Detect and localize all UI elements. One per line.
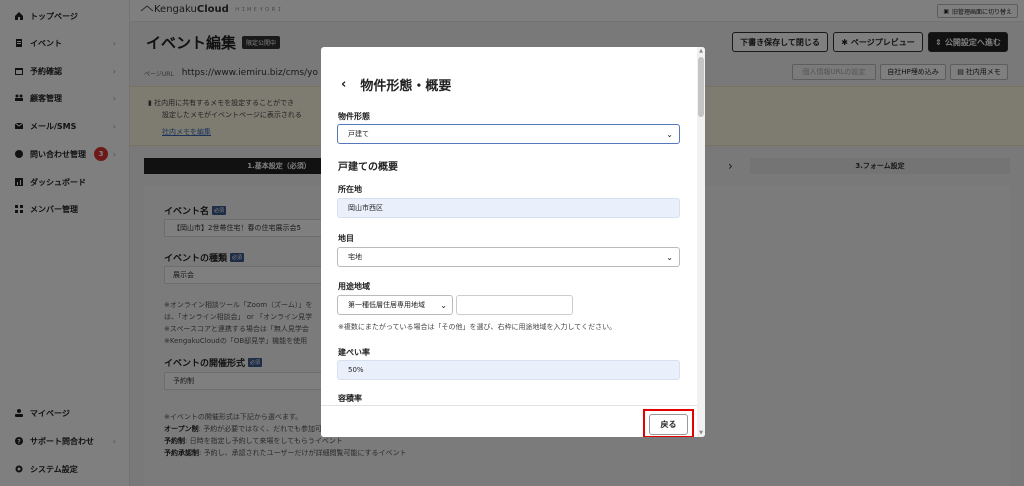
modal-footer: 戻る (321, 405, 697, 437)
property-type-select[interactable]: 戸建て ⌄ (337, 124, 680, 144)
chevron-down-icon: ⌄ (666, 130, 673, 139)
location-input[interactable]: 岡山市西区 (337, 198, 680, 218)
zoning-other-input[interactable] (456, 295, 573, 315)
zoning-help: ※複数にまたがっている場合は「その他」を選び、右枠に用途地域を入力してください。 (338, 323, 617, 331)
highlight-box (643, 409, 694, 437)
land-category-label: 地目 (338, 234, 354, 243)
chevron-down-icon: ⌄ (440, 301, 447, 310)
coverage-label: 建ぺい率 (338, 348, 370, 357)
scroll-down-icon[interactable]: ▼ (698, 430, 704, 436)
zoning-label: 用途地域 (338, 282, 370, 291)
scroll-thumb[interactable] (698, 57, 704, 117)
modal-title: ‹ 物件形態・概要 (341, 75, 451, 94)
far-label: 容積率 (338, 394, 362, 403)
modal-body: ‹ 物件形態・概要 物件形態 戸建て ⌄ 戸建ての概要 所在地 岡山市西区 地目… (321, 47, 697, 405)
zoning-value: 第一種低層住居専用地域 (348, 301, 425, 309)
back-arrow-icon[interactable]: ‹ (341, 77, 346, 92)
scroll-up-icon[interactable]: ▲ (698, 48, 704, 54)
zoning-select[interactable]: 第一種低層住居専用地域 ⌄ (337, 295, 453, 315)
property-modal: ‹ 物件形態・概要 物件形態 戸建て ⌄ 戸建ての概要 所在地 岡山市西区 地目… (321, 47, 705, 437)
coverage-input[interactable]: 50% (337, 360, 680, 380)
location-label: 所在地 (338, 185, 362, 194)
land-category-value: 宅地 (348, 253, 362, 261)
section-title: 戸建ての概要 (338, 162, 398, 173)
property-type-label: 物件形態 (338, 112, 370, 121)
chevron-down-icon: ⌄ (666, 253, 673, 262)
modal-title-text: 物件形態・概要 (360, 79, 452, 94)
modal-scrollbar[interactable]: ▲ ▼ (697, 47, 705, 437)
land-category-select[interactable]: 宅地 ⌄ (337, 247, 680, 267)
property-type-value: 戸建て (348, 130, 369, 138)
